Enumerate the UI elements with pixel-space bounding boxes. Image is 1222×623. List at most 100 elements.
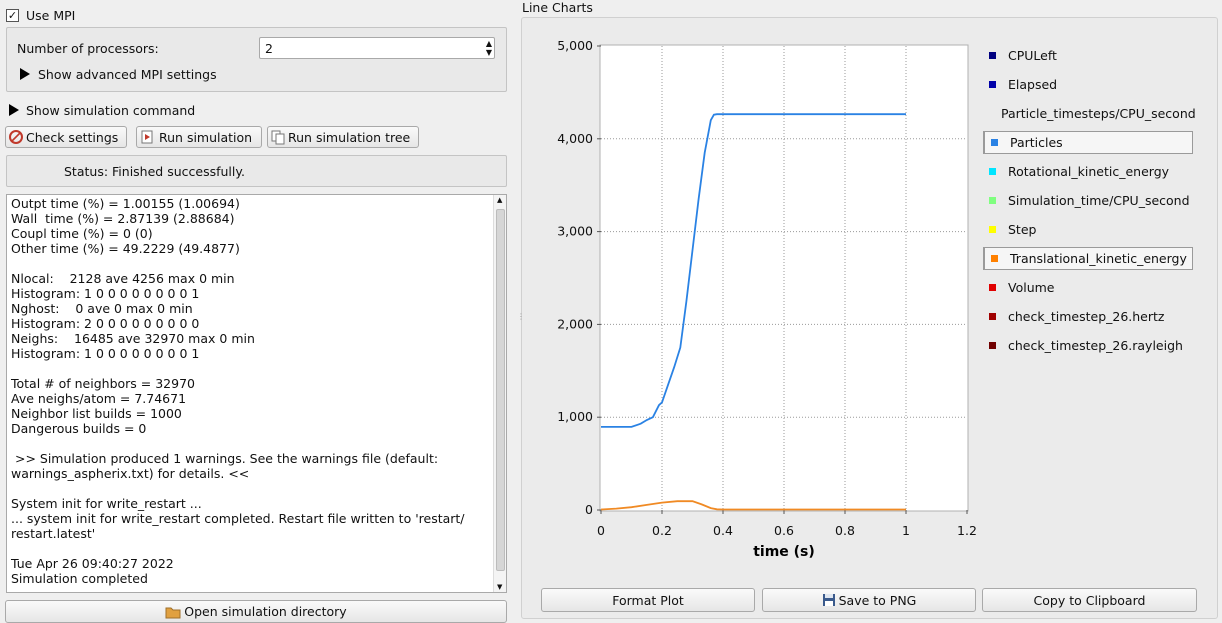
copy-to-clipboard-button[interactable]: Copy to Clipboard bbox=[982, 588, 1197, 612]
legend-label: Volume bbox=[1008, 280, 1055, 295]
legend-item[interactable]: Rotational_kinetic_energy bbox=[983, 160, 1193, 183]
legend-label: check_timestep_26.rayleigh bbox=[1008, 338, 1183, 353]
use-mpi-checkbox[interactable]: ✓ bbox=[6, 9, 19, 22]
legend-swatch bbox=[989, 284, 996, 291]
log-line: Other time (%) = 49.2229 (49.4877) bbox=[11, 241, 240, 256]
log-line: Dangerous builds = 0 bbox=[11, 421, 147, 436]
check-settings-button[interactable]: Check settings bbox=[5, 126, 127, 148]
legend-item[interactable]: CPULeft bbox=[983, 44, 1193, 67]
save-png-label: Save to PNG bbox=[838, 592, 917, 608]
legend-swatch bbox=[989, 342, 996, 349]
log-line: Coupl time (%) = 0 (0) bbox=[11, 226, 153, 241]
log-line: Ave neighs/atom = 7.74671 bbox=[11, 391, 187, 406]
x-tick-label: 0 bbox=[597, 523, 605, 538]
x-axis: 0 0.2 0.4 0.6 0.8 1 1.2 bbox=[597, 510, 977, 538]
legend-item[interactable]: Simulation_time/CPU_second bbox=[983, 189, 1193, 212]
save-disk-icon bbox=[822, 594, 835, 606]
run-tree-icon bbox=[271, 130, 285, 145]
log-line: warnings_aspherix.txt) for details. << bbox=[11, 466, 250, 481]
processors-spinbox[interactable]: 2 ▲ ▼ bbox=[259, 37, 495, 59]
legend-item[interactable]: check_timestep_26.hertz bbox=[983, 305, 1193, 328]
scroll-down-icon[interactable]: ▼ bbox=[497, 583, 502, 591]
x-axis-label: time (s) bbox=[753, 544, 815, 560]
open-directory-label: Open simulation directory bbox=[184, 604, 347, 619]
run-simulation-tree-button[interactable]: Run simulation tree bbox=[267, 126, 419, 148]
legend-item[interactable]: Translational_kinetic_energy bbox=[983, 247, 1193, 270]
log-scrollbar[interactable]: ▲ ▼ bbox=[493, 195, 506, 592]
legend-item[interactable]: check_timestep_26.rayleigh bbox=[983, 334, 1193, 357]
x-tick-label: 0.8 bbox=[835, 523, 855, 538]
expand-triangle-icon[interactable] bbox=[9, 104, 19, 116]
y-tick-label: 4,000 bbox=[557, 131, 593, 146]
advanced-mpi-toggle[interactable]: Show advanced MPI settings bbox=[38, 67, 217, 82]
save-to-png-button[interactable]: Save to PNG bbox=[762, 588, 976, 612]
legend-label: CPULeft bbox=[1008, 48, 1057, 63]
log-line: System init for write_restart ... bbox=[11, 496, 202, 511]
processors-label: Number of processors: bbox=[17, 41, 159, 56]
legend-item[interactable]: Step bbox=[983, 218, 1193, 241]
run-simulation-label: Run simulation bbox=[159, 129, 253, 145]
legend-swatch bbox=[989, 52, 996, 59]
check-settings-icon bbox=[9, 130, 23, 144]
log-line: Histogram: 1 0 0 0 0 0 0 0 0 1 bbox=[11, 346, 200, 361]
legend-label: Step bbox=[1008, 222, 1037, 237]
x-tick-label: 1 bbox=[902, 523, 910, 538]
log-line: restart.latest' bbox=[11, 526, 96, 541]
log-line: Total # of neighbors = 32970 bbox=[11, 376, 195, 391]
legend-item[interactable]: Particles bbox=[983, 131, 1193, 154]
simulation-log[interactable]: Outpt time (%) = 1.00155 (1.00694) Wall t… bbox=[6, 194, 507, 593]
format-plot-button[interactable]: Format Plot bbox=[541, 588, 755, 612]
log-line: Neighs: 16485 ave 32970 max 0 min bbox=[11, 331, 255, 346]
y-axis: 0 1,000 2,000 3,000 4,000 5,000 bbox=[557, 38, 601, 517]
format-plot-label: Format Plot bbox=[612, 592, 684, 608]
legend-item[interactable]: Elapsed bbox=[983, 73, 1193, 96]
log-lines: Outpt time (%) = 1.00155 (1.00694) Wall t… bbox=[11, 196, 491, 586]
open-simulation-directory-button[interactable]: Open simulation directory bbox=[5, 600, 507, 623]
legend-swatch bbox=[989, 197, 996, 204]
check-settings-label: Check settings bbox=[26, 129, 119, 145]
legend-label: Elapsed bbox=[1008, 77, 1058, 92]
copy-clipboard-label: Copy to Clipboard bbox=[1033, 592, 1146, 608]
legend-label: Translational_kinetic_energy bbox=[1010, 251, 1187, 266]
log-line: Nghost: 0 ave 0 max 0 min bbox=[11, 301, 193, 316]
y-tick-label: 0 bbox=[585, 502, 593, 517]
legend-swatch bbox=[989, 226, 996, 233]
log-line: Histogram: 2 0 0 0 0 0 0 0 0 0 bbox=[11, 316, 200, 331]
legend-label: Simulation_time/CPU_second bbox=[1008, 193, 1190, 208]
spin-up-icon[interactable]: ▲ bbox=[486, 39, 492, 48]
log-line: Outpt time (%) = 1.00155 (1.00694) bbox=[11, 196, 240, 211]
y-tick-label: 1,000 bbox=[557, 409, 593, 424]
legend-label: Particles bbox=[1010, 135, 1063, 150]
run-simulation-button[interactable]: Run simulation bbox=[136, 126, 262, 148]
log-line: ... system init for write_restart comple… bbox=[11, 511, 465, 526]
expand-triangle-icon[interactable] bbox=[20, 68, 30, 80]
use-mpi-label: Use MPI bbox=[26, 8, 76, 23]
legend-swatch bbox=[991, 255, 998, 262]
legend-swatch bbox=[989, 313, 996, 320]
y-tick-label: 2,000 bbox=[557, 316, 593, 331]
show-simulation-command-toggle[interactable]: Show simulation command bbox=[26, 103, 195, 118]
line-charts-title: Line Charts bbox=[522, 0, 593, 15]
legend-label: Particle_timesteps/CPU_second bbox=[1001, 106, 1196, 121]
processors-value: 2 bbox=[265, 41, 273, 56]
legend-item[interactable]: Volume bbox=[983, 276, 1193, 299]
scroll-up-icon[interactable]: ▲ bbox=[497, 196, 502, 204]
y-tick-label: 5,000 bbox=[557, 38, 593, 53]
legend-swatch bbox=[989, 81, 996, 88]
log-line: Histogram: 1 0 0 0 0 0 0 0 0 1 bbox=[11, 286, 200, 301]
log-line: Tue Apr 26 09:40:27 2022 bbox=[11, 556, 174, 571]
x-tick-label: 0.4 bbox=[713, 523, 733, 538]
x-tick-label: 1.2 bbox=[957, 523, 977, 538]
legend-label: check_timestep_26.hertz bbox=[1008, 309, 1165, 324]
spin-down-icon[interactable]: ▼ bbox=[486, 48, 492, 57]
legend-swatch bbox=[991, 139, 998, 146]
log-line: Nlocal: 2128 ave 4256 max 0 min bbox=[11, 271, 235, 286]
legend-item[interactable]: Particle_timesteps/CPU_second bbox=[983, 102, 1196, 125]
scroll-thumb[interactable] bbox=[496, 209, 505, 571]
x-tick-label: 0.2 bbox=[652, 523, 672, 538]
run-icon bbox=[141, 130, 153, 144]
